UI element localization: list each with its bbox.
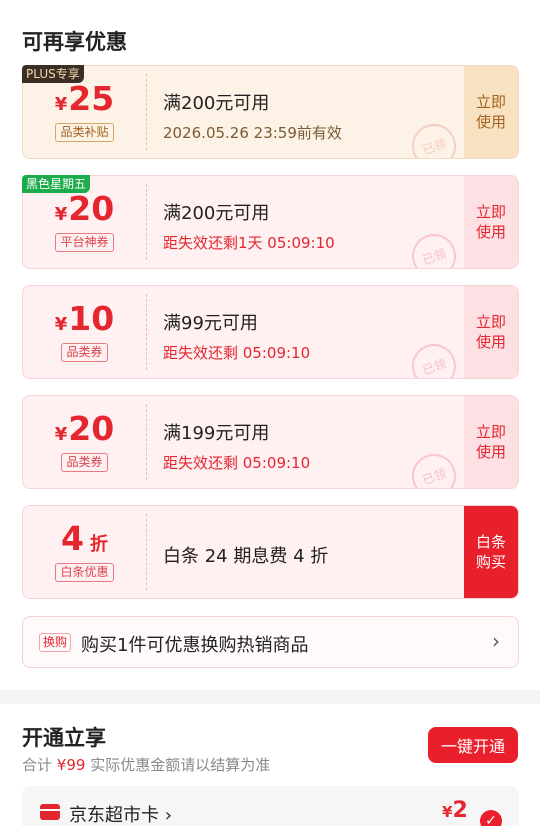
currency-symbol: ¥ <box>54 314 68 335</box>
use-now-button[interactable]: 立即使用 <box>464 66 518 158</box>
total-value: ¥99 <box>56 756 86 774</box>
coupon-card[interactable]: ¥ 10 品类券 满99元可用 距失效还剩 05:09:10 已领 立即使用 <box>22 285 519 379</box>
currency-symbol: ¥ <box>54 94 68 115</box>
coupon-countdown: 距失效还剩 05:09:10 <box>163 344 311 362</box>
swap-badge: 换购 <box>39 633 72 652</box>
card-price: ¥2 <box>442 798 468 823</box>
coupon-condition: 满200元可用 <box>163 203 270 224</box>
coupon-amount: ¥ 20 <box>55 412 114 445</box>
total-label: 合计 <box>22 756 53 774</box>
swap-purchase-row[interactable]: 换购 购买1件可优惠换购热销商品 › <box>22 616 519 668</box>
dashed-divider <box>146 514 147 590</box>
chevron-right-icon: › <box>492 629 500 653</box>
discount-number: 4 <box>61 519 84 558</box>
coupon-value: 4 折 白条优惠 <box>23 506 146 598</box>
black-friday-tag: 黑色星期五 <box>22 175 91 193</box>
section-gap <box>0 690 540 704</box>
dashed-divider <box>146 74 147 150</box>
plus-exclusive-tag: PLUS专享 <box>22 65 84 83</box>
coupon-category: 品类券 <box>61 343 108 362</box>
dashed-divider <box>146 184 147 260</box>
amount-number: 25 <box>68 79 115 118</box>
discount-amount: 4 折 <box>61 522 108 555</box>
amount-number: 10 <box>68 299 115 338</box>
coupon-amount: ¥ 10 <box>55 302 114 335</box>
discount-unit: 折 <box>89 534 108 555</box>
coupon-countdown: 距失效还剩1天 05:09:10 <box>163 234 335 252</box>
amount-number: 20 <box>68 409 115 448</box>
currency-symbol: ¥ <box>54 424 68 445</box>
coupon-amount: ¥ 25 <box>55 82 114 115</box>
settlement-note: 实际优惠金额请以结算为准 <box>90 756 271 774</box>
swap-text: 购买1件可优惠换购热销商品 <box>81 635 309 656</box>
use-now-label: 立即使用 <box>475 423 506 461</box>
open-section-summary: 合计 ¥99 实际优惠金额请以结算为准 <box>22 754 270 775</box>
amount-number: 20 <box>68 189 115 228</box>
open-section-title: 开通立享 <box>22 726 106 750</box>
use-now-button[interactable]: 立即使用 <box>464 176 518 268</box>
coupon-countdown: 距失效还剩 05:09:10 <box>163 454 311 472</box>
price-number: 2 <box>452 798 468 823</box>
supermarket-card-row[interactable]: 京东超市卡 › ¥2 ✓ <box>22 786 519 826</box>
baitiao-discount-card[interactable]: 4 折 白条优惠 白条 24 期息费 4 折 白条购买 <box>22 505 519 599</box>
currency-symbol: ¥ <box>54 204 68 225</box>
coupon-card[interactable]: ¥ 25 品类补贴 满200元可用 2026.05.26 23:59前有效 已领… <box>22 65 519 159</box>
card-icon <box>40 804 60 820</box>
coupon-card[interactable]: ¥ 20 平台神券 满200元可用 距失效还剩1天 05:09:10 已领 立即… <box>22 175 519 269</box>
one-click-open-button[interactable]: 一键开通 <box>428 727 518 763</box>
coupon-condition: 满200元可用 <box>163 93 270 114</box>
coupon-category: 平台神券 <box>55 233 114 252</box>
use-now-label: 立即使用 <box>475 203 506 241</box>
section-title: 可再享优惠 <box>22 30 127 54</box>
coupon-value: ¥ 10 品类券 <box>23 286 146 378</box>
coupon-condition: 满99元可用 <box>163 313 258 334</box>
coupon-info: 白条 24 期息费 4 折 <box>163 506 462 598</box>
coupon-expiry: 2026.05.26 23:59前有效 <box>163 124 342 142</box>
dashed-divider <box>146 294 147 370</box>
coupon-category: 品类券 <box>61 453 108 472</box>
card-name[interactable]: 京东超市卡 › <box>69 801 172 826</box>
coupon-condition: 白条 24 期息费 4 折 <box>163 546 329 567</box>
coupon-card[interactable]: ¥ 20 品类券 满199元可用 距失效还剩 05:09:10 已领 立即使用 <box>22 395 519 489</box>
coupon-condition: 满199元可用 <box>163 423 270 444</box>
dashed-divider <box>146 404 147 480</box>
use-now-button[interactable]: 立即使用 <box>464 396 518 488</box>
use-now-button[interactable]: 立即使用 <box>464 286 518 378</box>
coupon-category: 品类补贴 <box>55 123 114 142</box>
coupon-category: 白条优惠 <box>55 563 114 582</box>
baitiao-buy-label: 白条购买 <box>475 533 506 571</box>
currency-symbol: ¥ <box>442 803 453 821</box>
coupon-amount: ¥ 20 <box>55 192 114 225</box>
coupon-value: ¥ 20 品类券 <box>23 396 146 488</box>
checkmark-icon[interactable]: ✓ <box>480 810 502 826</box>
use-now-label: 立即使用 <box>475 93 506 131</box>
baitiao-buy-button[interactable]: 白条购买 <box>464 506 518 598</box>
use-now-label: 立即使用 <box>475 313 506 351</box>
coupon-page: 可再享优惠 PLUS专享 ¥ 25 品类补贴 满200元可用 2026.05.2… <box>0 0 540 826</box>
